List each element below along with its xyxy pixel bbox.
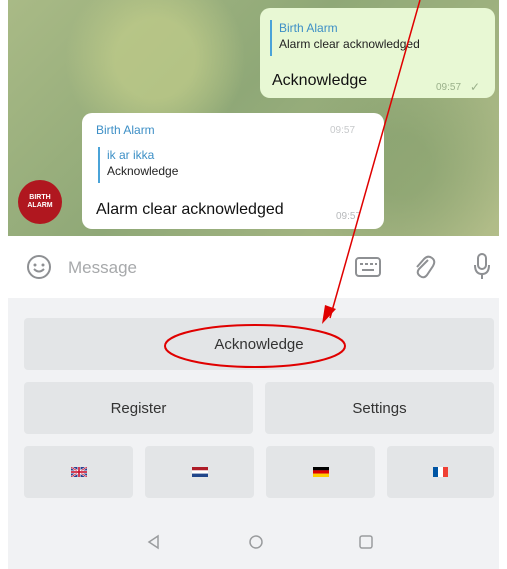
bot-keyboard-icon[interactable] [354, 256, 382, 283]
avatar-logo-text: BIRTH ALARM [27, 194, 53, 209]
reply-quote[interactable]: Birth Alarm Alarm clear acknowledged [270, 20, 420, 56]
language-french-button[interactable] [387, 446, 494, 498]
message-time-header: 09:57 [330, 125, 356, 136]
phone-screen: Birth Alarm Alarm clear acknowledged Ack… [8, 0, 499, 569]
system-navigation-bar [8, 516, 499, 569]
settings-button-label: Settings [352, 399, 407, 417]
avatar[interactable]: BIRTH ALARM [18, 180, 62, 224]
read-check-icon: ✓ [470, 80, 481, 94]
chat-background: Birth Alarm Alarm clear acknowledged Ack… [8, 0, 499, 236]
flag-uk-icon [70, 467, 87, 477]
quote-sender: Birth Alarm [279, 21, 338, 35]
flag-de-icon [312, 467, 329, 477]
flag-fr-icon [433, 467, 448, 477]
quote-text: Acknowledge [107, 164, 179, 178]
emoji-icon[interactable] [26, 254, 52, 285]
language-english-button[interactable] [24, 446, 133, 498]
microphone-icon[interactable] [472, 252, 492, 287]
message-sender: Birth Alarm [96, 123, 155, 137]
incoming-message-bubble[interactable]: Birth Alarm 09:57 ik ar ikka Acknowledge… [82, 113, 384, 229]
bot-reply-keyboard: Acknowledge Register Settings [8, 298, 499, 516]
message-input[interactable]: Message [68, 258, 137, 278]
message-input-bar: Message [8, 236, 499, 298]
acknowledge-button-label: Acknowledge [214, 335, 304, 353]
reply-quote[interactable]: ik ar ikka Acknowledge [98, 147, 178, 183]
register-button-label: Register [110, 399, 167, 417]
language-german-button[interactable] [266, 446, 375, 498]
outgoing-message-bubble[interactable]: Birth Alarm Alarm clear acknowledged Ack… [260, 8, 495, 98]
message-text: Alarm clear acknowledged [96, 201, 284, 218]
message-time: 09:57 [436, 82, 462, 93]
quote-sender: ik ar ikka [107, 148, 155, 162]
language-dutch-button[interactable] [145, 446, 254, 498]
message-text: Acknowledge [272, 72, 368, 89]
message-time: 09:57 [336, 211, 362, 222]
back-icon[interactable] [146, 534, 162, 555]
quote-text: Alarm clear acknowledged [279, 37, 420, 51]
attach-icon[interactable] [412, 253, 436, 286]
flag-nl-icon [191, 467, 208, 477]
acknowledge-button[interactable]: Acknowledge [24, 318, 494, 370]
register-button[interactable]: Register [24, 382, 253, 434]
home-icon[interactable] [248, 534, 264, 555]
recents-icon[interactable] [358, 534, 374, 555]
settings-button[interactable]: Settings [265, 382, 494, 434]
